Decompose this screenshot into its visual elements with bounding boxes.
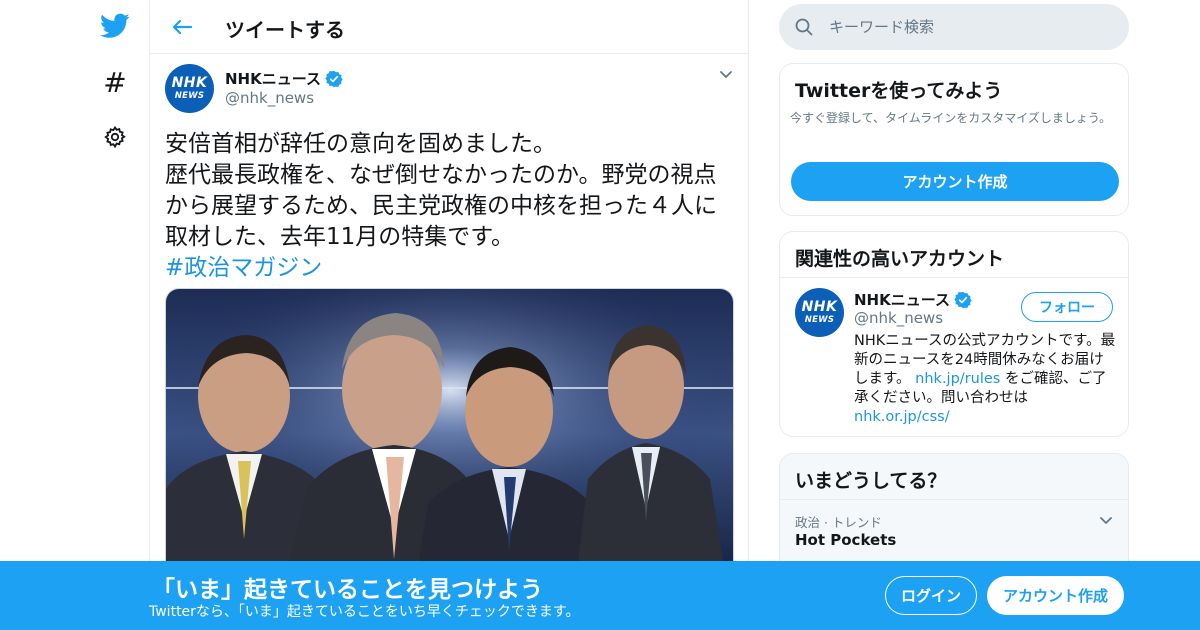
politicians-photo (166, 289, 733, 577)
twitter-bird-icon (100, 13, 130, 38)
hashtag-icon: # (103, 65, 127, 99)
bio-link-css[interactable]: nhk.or.jp/css/ (854, 409, 950, 425)
signup-button[interactable]: アカウント作成 (987, 576, 1124, 615)
follow-button[interactable]: フォロー (1021, 292, 1113, 322)
gear-icon (104, 125, 126, 149)
tweet-hashtag-link[interactable]: #政治マガジン (165, 253, 740, 284)
verified-badge-icon (954, 291, 972, 308)
twitter-home-link[interactable] (90, 4, 140, 48)
back-button[interactable] (166, 11, 198, 43)
avatar-text-nhk: NHK (801, 299, 838, 316)
page-title: ツイートする (225, 18, 345, 42)
signup-bottom-bar: 「いま」起きていることを見つけよう Twitterなら、「いま」起きていることを… (0, 561, 1200, 630)
chevron-down-icon[interactable] (1098, 512, 1114, 528)
explore-link[interactable]: # (90, 60, 140, 104)
main-header: ツイートする (150, 0, 748, 54)
trends-title: いまどうしてる？ (795, 470, 947, 492)
bottom-bar-title: 「いま」起きていることを見つけよう (152, 577, 543, 603)
tweet-author-avatar[interactable]: NHK NEWS (165, 64, 214, 113)
avatar-text-nhk: NHK (171, 75, 208, 92)
trend-meta: 政治 · トレンド (795, 515, 882, 530)
tweet-author-name[interactable]: NHKニュース (225, 68, 343, 89)
main-column: ツイートする NHK NEWS NHKニュース @nhk_news 安倍首相が辞… (149, 0, 749, 630)
signup-card: Twitterを使ってみよう 今すぐ登録して、タイムラインをカスタマイズしましょ… (779, 63, 1129, 216)
related-accounts-card: 関連性の高いアカウント NHK NEWS NHKニュース @nhk_news フ… (779, 231, 1129, 437)
tweet-text: 安倍首相が辞任の意向を固めました。 歴代最長政権を、なぜ倒せなかったのか。野党の… (165, 129, 740, 284)
tweet-media-image[interactable] (165, 288, 734, 578)
app-root: # ツイートする NHK NEWS NHKニュース @nhk_news 安倍首相… (0, 0, 1200, 630)
related-accounts-title: 関連性の高いアカウント (795, 248, 1005, 270)
related-account-name[interactable]: NHKニュース (854, 289, 972, 310)
related-account-bio: NHKニュースの公式アカウントです。最新のニュースを24時間休みなくお届けします… (854, 332, 1116, 427)
tweet-line: 歴代最長政権を、なぜ倒せなかったのか。野党の視点 (165, 162, 717, 188)
signup-card-description: 今すぐ登録して、タイムラインをカスタマイズしましょう。 (790, 111, 1112, 125)
login-button[interactable]: ログイン (885, 576, 977, 615)
signup-card-title: Twitterを使ってみよう (795, 80, 1003, 102)
bottom-bar-subtitle: Twitterなら、「いま」起きていることをいち早くチェックできます。 (149, 604, 580, 620)
left-nav: # (80, 0, 150, 630)
verified-badge-icon (325, 70, 343, 87)
related-account-avatar[interactable]: NHK NEWS (795, 288, 844, 337)
chevron-down-icon[interactable] (718, 66, 734, 82)
tweet-line: から展望するため、民主党政権の中核を担った４人に (165, 193, 717, 219)
trend-item[interactable]: Hot Pockets (795, 531, 896, 549)
avatar-text-news: NEWS (174, 91, 205, 102)
avatar-text-news: NEWS (804, 315, 835, 326)
search-icon (795, 18, 813, 36)
create-account-button[interactable]: アカウント作成 (791, 162, 1119, 201)
search-input[interactable] (829, 4, 1109, 50)
divider (780, 499, 1128, 500)
bio-link-rules[interactable]: nhk.jp/rules (915, 371, 1000, 387)
related-account-name-text: NHKニュース (854, 291, 950, 309)
tweet-line: 取材した、去年11月の特集です。 (165, 224, 514, 250)
settings-link[interactable] (90, 115, 140, 159)
search-box[interactable] (779, 4, 1129, 50)
tweet-author-handle[interactable]: @nhk_news (225, 89, 314, 107)
tweet-line: 安倍首相が辞任の意向を固めました。 (165, 131, 556, 157)
related-account-handle[interactable]: @nhk_news (854, 309, 943, 327)
arrow-left-icon (172, 19, 192, 35)
divider (780, 277, 1128, 278)
author-name-text: NHKニュース (225, 70, 321, 88)
